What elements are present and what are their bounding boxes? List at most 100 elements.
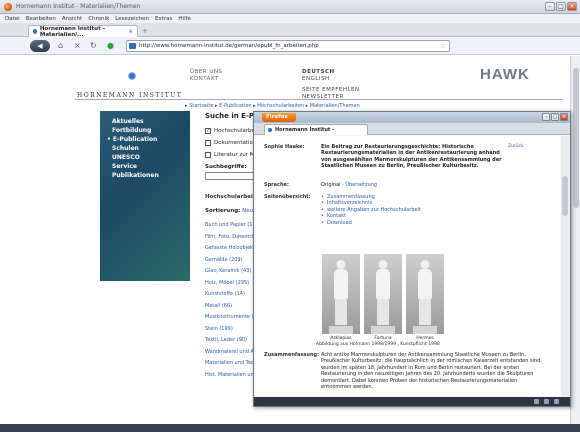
status-bar xyxy=(0,424,580,432)
statue-torso xyxy=(376,269,390,299)
sidebar-item-service[interactable]: Service xyxy=(100,162,190,171)
menu-extras[interactable]: Extras xyxy=(155,16,172,22)
menu-ansicht[interactable]: Ansicht xyxy=(62,16,82,22)
statue-caption: Asklepios xyxy=(330,336,352,341)
figure-caption: Abbildung aus Hofmann 1998/1999 , Kunstp… xyxy=(316,342,440,347)
statue-head xyxy=(336,260,346,269)
menu-datei[interactable]: Datei xyxy=(5,16,20,22)
url-bar[interactable]: http://www.hornemann-institut.de/german/… xyxy=(126,40,450,52)
language-values: Original · Übersetzung xyxy=(321,182,378,188)
author-label: Sophie Haake: xyxy=(264,144,305,150)
statue-legs xyxy=(419,299,431,325)
menu-lesezeichen[interactable]: Lesezeichen xyxy=(115,16,149,22)
overview-label: Seitenübersicht: xyxy=(264,194,311,200)
sort-label: Sortierung: xyxy=(205,208,241,214)
language-links: DEUTSCH ENGLISH SEITE EMPFEHLEN NEWSLETT… xyxy=(302,69,360,101)
url-text: http://www.hornemann-institut.de/german/… xyxy=(139,43,319,49)
popup-close-button[interactable]: × xyxy=(560,113,568,121)
resize-grip-icon[interactable] xyxy=(554,399,559,404)
navigation-bar: ◀ ⌂ × ↻ ● http://www.hornemann-institut.… xyxy=(0,37,580,55)
menu-bar: Datei Bearbeiten Ansicht Chronik Lesezei… xyxy=(0,14,580,23)
popup-maximize-button[interactable]: □ xyxy=(551,113,559,121)
hawk-logo[interactable]: HAWK xyxy=(480,66,530,83)
window-title: Hornemann Institut - Materialien/Themen xyxy=(16,3,141,10)
crumb-materialien[interactable]: Materialien/Themen xyxy=(310,103,360,109)
crumb-hochschul[interactable]: Hochschularbeiten xyxy=(257,103,304,109)
link-kontakt[interactable]: KONTAKT xyxy=(190,76,222,83)
statue-photo-hermes xyxy=(406,254,444,334)
popup-scrollbar[interactable] xyxy=(561,136,569,396)
statue-base xyxy=(329,326,353,334)
firefox-menu-button[interactable]: Firefox xyxy=(262,113,296,122)
popup-tab[interactable]: Hornemann Institut – Hochschularb... xyxy=(264,124,368,143)
bookmark-star-icon[interactable]: ☆ xyxy=(440,41,446,51)
statue-head xyxy=(378,260,388,269)
checkbox[interactable] xyxy=(205,152,211,158)
popup-statusbar xyxy=(254,397,570,406)
sidebar-item-schulen[interactable]: Schulen xyxy=(100,144,190,153)
stop-icon[interactable]: × xyxy=(74,40,81,52)
search-icon[interactable]: ● xyxy=(107,40,114,52)
statue-legs xyxy=(335,299,347,325)
breadcrumb: ▸ Startseite ▸ E-Publication ▸ Hochschul… xyxy=(185,103,360,109)
lang-current: DEUTSCH xyxy=(302,69,335,75)
tab-label: Hornemann Institut – Materialien/... xyxy=(39,25,106,38)
header-divider xyxy=(75,99,563,100)
overview-link[interactable]: Download xyxy=(321,220,511,227)
sidebar-item-fortbildung[interactable]: Fortbildung xyxy=(100,126,190,135)
hornemann-logo-icon[interactable] xyxy=(128,72,136,80)
link-ueber-uns[interactable]: ÜBER UNS xyxy=(190,69,222,76)
menu-hilfe[interactable]: Hilfe xyxy=(178,16,191,22)
work-title: Ein Beitrag zur Restaurierungsgeschichte… xyxy=(321,144,502,170)
checkbox[interactable] xyxy=(205,140,211,146)
back-button[interactable]: ◀ xyxy=(30,40,50,52)
addon-icon[interactable] xyxy=(534,399,539,404)
scrollbar-thumb[interactable] xyxy=(573,68,579,208)
page-scrollbar[interactable] xyxy=(570,56,580,424)
summary-label: Zusammenfassung: xyxy=(264,352,320,358)
window-controls: – □ × xyxy=(545,2,577,11)
sidebar-item-epublication[interactable]: E-Publication xyxy=(100,135,190,144)
statue-caption: Hermes xyxy=(416,336,434,341)
popup-minimize-button[interactable]: – xyxy=(542,113,550,121)
sidebar-item-unesco[interactable]: UNESCO xyxy=(100,153,190,162)
tab-close-icon[interactable]: × xyxy=(128,29,133,35)
top-links: ÜBER UNS KONTAKT xyxy=(190,69,222,83)
lang-english-link[interactable]: ENGLISH xyxy=(302,76,360,83)
sidebar-item-aktuelles[interactable]: Aktuelles xyxy=(100,117,190,126)
sidebar-nav: Aktuelles Fortbildung E-Publication Schu… xyxy=(100,111,190,281)
tab-bar: Hornemann Institut – Materialien/... × + xyxy=(0,23,580,38)
maximize-button[interactable]: □ xyxy=(556,2,566,11)
close-button[interactable]: × xyxy=(567,2,577,11)
home-icon[interactable]: ⌂ xyxy=(58,40,63,52)
menu-chronik[interactable]: Chronik xyxy=(88,16,109,22)
sidebar-item-publikationen[interactable]: Publikationen xyxy=(100,171,190,180)
download-icon[interactable] xyxy=(544,399,549,404)
checkbox[interactable]: ✓ xyxy=(205,128,211,134)
site-identity-icon[interactable] xyxy=(129,43,136,49)
popup-tab-bar: Hornemann Institut – Hochschularb... xyxy=(254,123,570,143)
overview-list: Zusammenfassung Inhaltsverzeichnis weite… xyxy=(321,194,511,226)
lang-translation-link[interactable]: Übersetzung xyxy=(345,182,377,188)
statue-torso xyxy=(418,269,432,299)
firefox-icon xyxy=(4,3,12,11)
site-favicon-icon xyxy=(33,29,37,34)
popup-titlebar: Firefox – □ × xyxy=(254,112,570,123)
statue-photo-fortuna xyxy=(364,254,402,334)
crumb-epub[interactable]: E-Publication xyxy=(219,103,251,109)
menu-bearbeiten[interactable]: Bearbeiten xyxy=(26,16,56,22)
site-logo-text[interactable]: HORNEMANN INSTITUT xyxy=(77,92,182,99)
popup-window: Firefox – □ × Hornemann Institut – Hochs… xyxy=(253,111,571,407)
crumb-start[interactable]: Startseite xyxy=(189,103,213,109)
summary-text: Acht antike Marmorskulpturen der Antiken… xyxy=(321,352,542,391)
minimize-button[interactable]: – xyxy=(545,2,555,11)
lang-original: Original xyxy=(321,182,341,188)
statue-legs xyxy=(377,299,389,325)
new-tab-button[interactable]: + xyxy=(142,27,148,35)
statue-caption: Fortuna xyxy=(374,336,392,341)
link-recommend[interactable]: SEITE EMPFEHLEN xyxy=(302,87,360,94)
tab-hornemann[interactable]: Hornemann Institut – Materialien/... × xyxy=(28,25,138,38)
statue-torso xyxy=(334,269,348,299)
reload-icon[interactable]: ↻ xyxy=(90,40,97,52)
popup-scrollbar-thumb[interactable] xyxy=(562,176,568,216)
